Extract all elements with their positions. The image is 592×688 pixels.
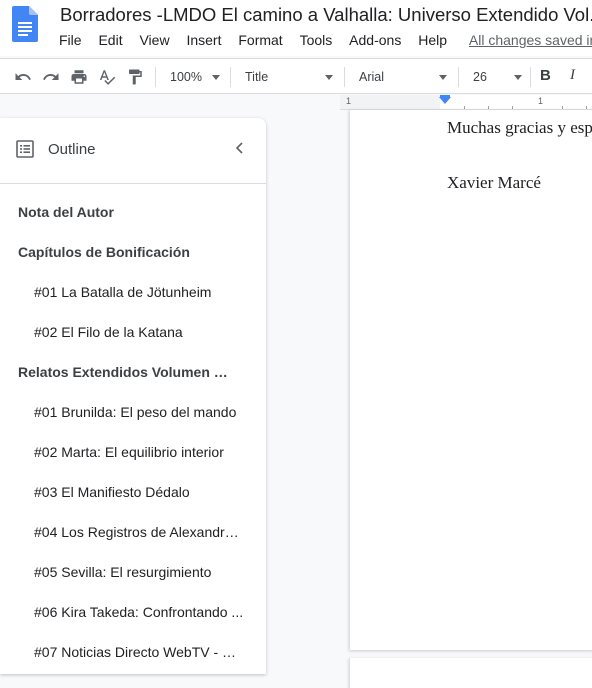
menu-file[interactable]: File (59, 31, 82, 49)
outline-item[interactable]: #06 Kira Takeda: Confrontando ... (0, 594, 266, 634)
outline-list: Nota del Autor Capítulos de Bonificación… (0, 194, 266, 674)
outline-item[interactable]: #07 Noticias Directo WebTV - ÚL... (0, 634, 266, 674)
title-bar: Borradores -LMDO El camino a Valhalla: U… (0, 0, 592, 56)
save-status-link[interactable]: All changes saved in D (469, 32, 592, 48)
style-dropdown[interactable]: Title (245, 68, 333, 86)
document-signature[interactable]: Xavier Marcé (447, 173, 541, 193)
ruler[interactable]: 1 1 (340, 95, 592, 110)
menu-addons[interactable]: Add-ons (349, 31, 401, 49)
toolbar-divider (344, 67, 345, 87)
outline-item[interactable]: #05 Sevilla: El resurgimiento (0, 554, 266, 594)
menu-tools[interactable]: Tools (300, 31, 333, 49)
paint-format-icon[interactable] (126, 68, 144, 86)
font-size-value: 26 (473, 70, 487, 84)
italic-button[interactable]: I (570, 67, 575, 84)
zoom-dropdown[interactable]: 100% (170, 68, 220, 86)
outline-item[interactable]: #03 El Manifiesto Dédalo (0, 474, 266, 514)
bold-button[interactable]: B (540, 67, 551, 84)
chevron-down-icon (212, 75, 220, 80)
docs-logo-icon[interactable] (12, 6, 38, 42)
print-icon[interactable] (70, 68, 88, 86)
menu-help[interactable]: Help (418, 31, 447, 49)
ruler-tick (586, 106, 587, 109)
style-value: Title (245, 70, 269, 84)
outline-item[interactable]: #01 Brunilda: El peso del mando (0, 394, 266, 434)
outline-panel: Outline Nota del Autor Capítulos de Boni… (0, 118, 266, 674)
chevron-down-icon (439, 75, 447, 80)
document-paragraph[interactable]: Muchas gracias y esp (447, 118, 592, 138)
toolbar-divider (458, 67, 459, 87)
toolbar-divider (155, 67, 156, 87)
font-dropdown[interactable]: Arial (359, 68, 447, 86)
chevron-left-icon[interactable] (232, 139, 248, 157)
ruler-mark: 1 (346, 96, 352, 106)
outline-item[interactable]: Nota del Autor (0, 194, 266, 234)
menu-format[interactable]: Format (238, 31, 282, 49)
menu-view[interactable]: View (139, 31, 169, 49)
chevron-down-icon (514, 75, 522, 80)
outline-item[interactable]: #02 El Filo de la Katana (0, 314, 266, 354)
outline-item[interactable]: #02 Marta: El equilibrio interior (0, 434, 266, 474)
ruler-tick (464, 106, 465, 109)
menu-edit[interactable]: Edit (98, 31, 122, 49)
outline-title: Outline (48, 141, 96, 158)
outline-item[interactable]: Relatos Extendidos Volumen 2 de l... (0, 354, 266, 394)
outline-item[interactable]: Capítulos de Bonificación (0, 234, 266, 274)
font-size-dropdown[interactable]: 26 (473, 68, 522, 86)
chevron-down-icon (325, 75, 333, 80)
outline-header: Outline (0, 118, 266, 184)
undo-icon[interactable] (14, 68, 32, 86)
spellcheck-icon[interactable] (98, 68, 116, 86)
zoom-value: 100% (170, 70, 202, 84)
toolbar: 100% Title Arial 26 B I (0, 58, 592, 94)
ruler-tick (562, 106, 563, 109)
toolbar-divider (530, 67, 531, 87)
document-next-page[interactable] (349, 658, 592, 688)
ruler-margin (340, 95, 440, 109)
document-page[interactable]: Muchas gracias y esp Xavier Marcé (349, 110, 592, 650)
menu-bar: File Edit View Insert Format Tools Add-o… (59, 31, 592, 51)
font-value: Arial (359, 70, 385, 84)
ruler-tick (512, 106, 513, 109)
redo-icon[interactable] (42, 68, 60, 86)
menu-insert[interactable]: Insert (186, 31, 221, 49)
ruler-mark: 1 (538, 96, 544, 106)
left-indent-handle[interactable] (439, 97, 451, 104)
toolbar-divider (230, 67, 231, 87)
outline-item[interactable]: #01 La Batalla de Jötunheim (0, 274, 266, 314)
outline-item[interactable]: #04 Los Registros de Alexandra:... (0, 514, 266, 554)
outline-list-icon (16, 140, 34, 158)
ruler-tick (488, 106, 489, 109)
document-title[interactable]: Borradores -LMDO El camino a Valhalla: U… (60, 3, 592, 27)
